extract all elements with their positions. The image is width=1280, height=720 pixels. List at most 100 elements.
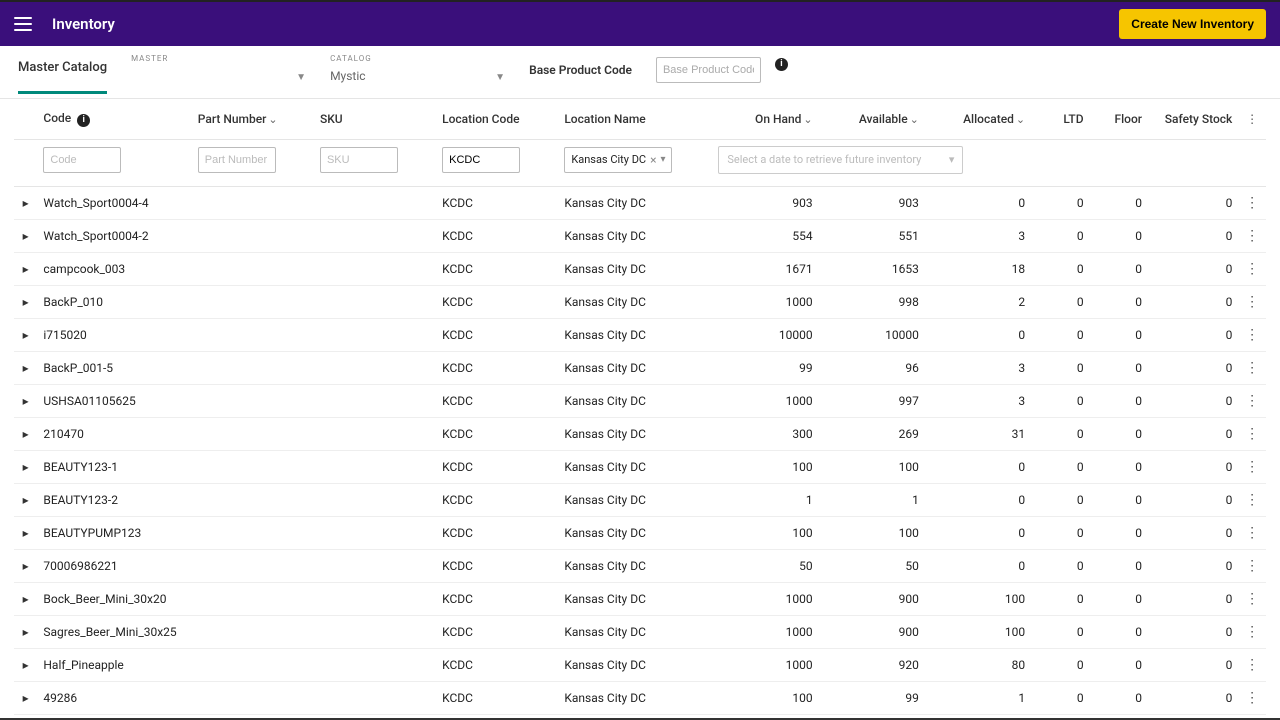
filter-location-name-select[interactable]: Kansas City DC × ▾ xyxy=(564,147,672,173)
filter-sku-input[interactable] xyxy=(320,147,398,173)
col-ltd[interactable]: LTD xyxy=(1031,99,1089,139)
expand-row-icon[interactable]: ▸ xyxy=(14,186,37,219)
expand-row-icon[interactable]: ▸ xyxy=(14,252,37,285)
cell-sku xyxy=(314,582,436,615)
cell-part xyxy=(192,516,314,549)
col-part[interactable]: Part Number⌄ xyxy=(192,99,314,139)
col-safety[interactable]: Safety Stock xyxy=(1148,99,1238,139)
expand-row-icon[interactable]: ▸ xyxy=(14,615,37,648)
col-available[interactable]: Available⌄ xyxy=(819,99,925,139)
cell-on-hand: 1 xyxy=(712,483,818,516)
cell-available: 903 xyxy=(819,186,925,219)
col-location-code[interactable]: Location Code xyxy=(436,99,558,139)
cell-floor: 0 xyxy=(1090,516,1148,549)
expand-row-icon[interactable]: ▸ xyxy=(14,681,37,714)
cell-on-hand: 10000 xyxy=(712,318,818,351)
cell-part xyxy=(192,648,314,681)
column-options-icon[interactable]: ⋮ xyxy=(1238,99,1266,139)
cell-ltd: 0 xyxy=(1031,186,1089,219)
row-actions-icon[interactable]: ⋮ xyxy=(1238,351,1266,384)
row-actions-icon[interactable]: ⋮ xyxy=(1238,516,1266,549)
cell-part xyxy=(192,681,314,714)
cell-allocated: 0 xyxy=(925,516,1031,549)
expand-row-icon[interactable]: ▸ xyxy=(14,219,37,252)
row-actions-icon[interactable]: ⋮ xyxy=(1238,582,1266,615)
row-actions-icon[interactable]: ⋮ xyxy=(1238,549,1266,582)
cell-floor: 0 xyxy=(1090,186,1148,219)
col-on-hand[interactable]: On Hand⌄ xyxy=(712,99,818,139)
table-row: ▸BackP_001-5KCDCKansas City DC99963000⋮ xyxy=(14,351,1266,384)
menu-icon[interactable] xyxy=(14,17,32,31)
row-actions-icon[interactable]: ⋮ xyxy=(1238,714,1266,720)
col-code[interactable]: Code i xyxy=(37,99,191,139)
cell-location-code: KCDC xyxy=(436,318,558,351)
cell-safety: 0 xyxy=(1148,714,1238,720)
master-select[interactable]: MASTER ▼ xyxy=(131,56,306,84)
cell-safety: 0 xyxy=(1148,384,1238,417)
row-actions-icon[interactable]: ⋮ xyxy=(1238,483,1266,516)
expand-row-icon[interactable]: ▸ xyxy=(14,483,37,516)
tab-master-catalog[interactable]: Master Catalog xyxy=(18,60,107,94)
row-actions-icon[interactable]: ⋮ xyxy=(1238,384,1266,417)
cell-allocated: 1 xyxy=(925,714,1031,720)
cell-code: Watch_Sport0004-2 xyxy=(37,219,191,252)
cell-floor: 0 xyxy=(1090,648,1148,681)
row-actions-icon[interactable]: ⋮ xyxy=(1238,219,1266,252)
cell-safety: 0 xyxy=(1148,219,1238,252)
info-icon[interactable]: i xyxy=(775,58,788,71)
expand-row-icon[interactable]: ▸ xyxy=(14,516,37,549)
cell-code: BEAUTY123-1 xyxy=(37,450,191,483)
expand-row-icon[interactable]: ▸ xyxy=(14,351,37,384)
col-label: Allocated xyxy=(963,112,1014,126)
chevron-down-icon: ▼ xyxy=(296,72,306,83)
clear-icon[interactable]: × xyxy=(650,153,656,167)
expand-row-icon[interactable]: ▸ xyxy=(14,714,37,720)
filter-part-input[interactable] xyxy=(198,147,276,173)
cell-floor: 0 xyxy=(1090,681,1148,714)
cell-available: 99 xyxy=(819,681,925,714)
expand-row-icon[interactable]: ▸ xyxy=(14,318,37,351)
filter-code-input[interactable] xyxy=(43,147,121,173)
expand-row-icon[interactable]: ▸ xyxy=(14,450,37,483)
filter-location-code-input[interactable] xyxy=(442,147,520,173)
row-actions-icon[interactable]: ⋮ xyxy=(1238,318,1266,351)
col-sku[interactable]: SKU xyxy=(314,99,436,139)
expand-row-icon[interactable]: ▸ xyxy=(14,549,37,582)
cell-location-name: Kansas City DC xyxy=(558,516,712,549)
table-row: ▸BackP_010KCDCKansas City DC10009982000⋮ xyxy=(14,285,1266,318)
chevron-down-icon: ▾ xyxy=(661,154,666,165)
table-row: ▸USHSA01105625KCDCKansas City DC10009973… xyxy=(14,384,1266,417)
row-actions-icon[interactable]: ⋮ xyxy=(1238,648,1266,681)
cell-location-code: KCDC xyxy=(436,714,558,720)
cell-part xyxy=(192,483,314,516)
future-inventory-date-select[interactable]: Select a date to retrieve future invento… xyxy=(718,146,963,174)
row-actions-icon[interactable]: ⋮ xyxy=(1238,450,1266,483)
row-actions-icon[interactable]: ⋮ xyxy=(1238,285,1266,318)
cell-on-hand: 50 xyxy=(712,549,818,582)
expand-row-icon[interactable]: ▸ xyxy=(14,648,37,681)
row-actions-icon[interactable]: ⋮ xyxy=(1238,417,1266,450)
row-actions-icon[interactable]: ⋮ xyxy=(1238,252,1266,285)
cell-floor: 0 xyxy=(1090,285,1148,318)
cell-location-name: Kansas City DC xyxy=(558,384,712,417)
info-icon[interactable]: i xyxy=(77,114,90,127)
row-actions-icon[interactable]: ⋮ xyxy=(1238,186,1266,219)
col-floor[interactable]: Floor xyxy=(1090,99,1148,139)
cell-on-hand: 903 xyxy=(712,186,818,219)
table-row: ▸BEAUTY123-1KCDCKansas City DC1001000000… xyxy=(14,450,1266,483)
col-location-name[interactable]: Location Name xyxy=(558,99,712,139)
expand-row-icon[interactable]: ▸ xyxy=(14,417,37,450)
create-inventory-button[interactable]: Create New Inventory xyxy=(1119,9,1266,39)
col-allocated[interactable]: Allocated⌄ xyxy=(925,99,1031,139)
expand-row-icon[interactable]: ▸ xyxy=(14,384,37,417)
cell-available: 50 xyxy=(819,549,925,582)
cell-location-code: KCDC xyxy=(436,351,558,384)
cell-on-hand: 554 xyxy=(712,219,818,252)
catalog-select[interactable]: CATALOG Mystic ▼ xyxy=(330,56,505,84)
inventory-table-wrap: Code i Part Number⌄ SKU Location Code Lo… xyxy=(0,99,1280,720)
row-actions-icon[interactable]: ⋮ xyxy=(1238,681,1266,714)
expand-row-icon[interactable]: ▸ xyxy=(14,582,37,615)
row-actions-icon[interactable]: ⋮ xyxy=(1238,615,1266,648)
base-product-code-input[interactable] xyxy=(656,57,761,83)
expand-row-icon[interactable]: ▸ xyxy=(14,285,37,318)
